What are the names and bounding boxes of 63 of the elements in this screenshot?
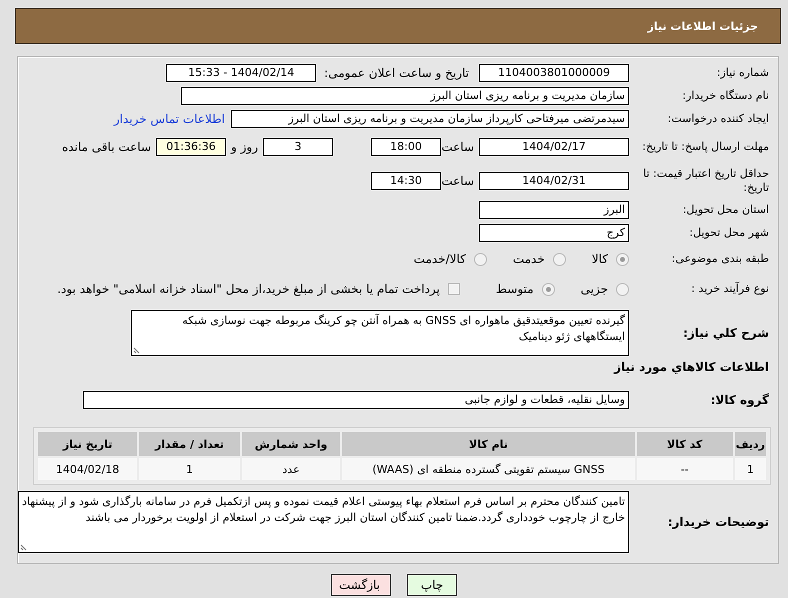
text-field[interactable]: 18:00: [371, 138, 441, 156]
field-label: نام دستگاه خریدار:: [681, 88, 770, 102]
table-cell: 1: [139, 458, 240, 480]
field-label: طبقه بندی موضوعی:: [670, 252, 770, 266]
text-field[interactable]: 3: [263, 138, 333, 156]
column-header: نام کالا: [342, 432, 635, 456]
contact-link[interactable]: اطلاعات تماس خریدار: [114, 112, 225, 126]
text-field[interactable]: 14:30: [371, 172, 441, 190]
option-label: متوسط: [496, 282, 534, 296]
field-label: استان محل تحویل:: [682, 202, 770, 216]
table-cell: 1404/02/18: [38, 458, 138, 480]
option-label: کالا: [592, 252, 608, 266]
section-heading: اطلاعات کالاهاي مورد نياز: [612, 360, 770, 374]
countdown-field[interactable]: 01:36:36: [156, 138, 226, 156]
column-header: ردیف: [734, 432, 766, 456]
page-title: جزئیات اطلاعات نیاز: [648, 20, 758, 32]
column-header: واحد شمارش: [242, 432, 340, 456]
radio-button[interactable]: [552, 252, 566, 266]
field-label: ایجاد کننده درخواست:: [666, 112, 770, 126]
field-label: شرح کلي نیاز:: [682, 326, 770, 340]
description-text: گیرنده تعیین موقعیتدقیق ماهواره ای GNSS به همراه آنتن چو کرینگ مربوطه جهت نوسازی شبکه ایستگاههای ژئو دینامیک: [182, 314, 625, 343]
checkbox[interactable]: [448, 283, 460, 295]
text-field[interactable]: سازمان مدیریت و برنامه ریزی استان البرز: [181, 86, 629, 104]
notes-field[interactable]: [18, 491, 629, 553]
field-label: روز و: [231, 140, 258, 154]
resize-grip-icon[interactable]: [133, 346, 141, 354]
option-label: کالا/خدمت: [414, 252, 466, 266]
text-field[interactable]: 1104003801000009: [479, 64, 629, 82]
text-field[interactable]: 1404/02/14 - 15:33: [166, 64, 316, 82]
print-button[interactable]: چاپ: [407, 574, 457, 596]
text-field[interactable]: 1404/02/31: [479, 172, 629, 190]
option-label: خدمت: [512, 252, 545, 266]
field-label: شهر محل تحویل:: [688, 226, 770, 240]
field-label: شماره نیاز:: [716, 66, 770, 80]
field-label: تاریخ و ساعت اعلان عمومی:: [324, 66, 469, 80]
table-cell: --: [636, 458, 733, 480]
field-label: مهلت ارسال پاسخ: تا تاریخ:: [641, 140, 770, 154]
column-header: کد کالا: [636, 432, 733, 456]
text-field[interactable]: وسایل نقلیه، قطعات و لوازم جانبی: [83, 390, 629, 408]
back-button[interactable]: بازگشت: [331, 574, 391, 596]
option-label: جزیی: [580, 282, 608, 296]
resize-grip-icon[interactable]: [20, 543, 28, 551]
table-cell: 1: [734, 458, 766, 480]
radio-button[interactable]: [616, 252, 629, 266]
radio-button[interactable]: [616, 282, 629, 296]
description-field[interactable]: گیرنده تعیین موقعیتدقیق ماهواره ای GNSS به همراه آنتن چو کرینگ مربوطه جهت نوسازی شبکه ایستگاههای ژئو دینامیک: [131, 310, 629, 356]
table-cell: GNSS سیستم تقویتی گسترده منطقه ای (WAAS): [342, 458, 635, 480]
column-header: تعداد / مقدار: [139, 432, 240, 456]
table-cell: عدد: [242, 458, 340, 480]
field-label: توضیحات خریدار:: [666, 515, 770, 529]
radio-button[interactable]: [474, 252, 487, 266]
text-field[interactable]: سیدمرتضی میرفتاحی کارپرداز سازمان مدیریت و برنامه ریزی استان البرز: [231, 110, 629, 128]
text-field[interactable]: 1404/02/17: [479, 138, 629, 156]
radio-button[interactable]: [542, 282, 555, 296]
text-field[interactable]: البرز: [479, 200, 629, 218]
checkbox-label: پرداخت تمام یا بخشی از مبلغ خرید،از محل "اسناد خزانه اسلامی" خواهد بود.: [57, 282, 440, 296]
field-label: ساعت باقی مانده: [62, 140, 151, 154]
text-field[interactable]: کرج: [479, 224, 629, 242]
field-label: حداقل تاریخ اعتبار قیمت: تا تاریخ:: [642, 167, 770, 195]
column-header: تاریخ نیاز: [38, 432, 138, 456]
field-label: گروه کالا:: [710, 392, 770, 406]
notes-text: تامین کنندگان محترم بر اساس فرم استعلام بهاء پیوستی اعلام قیمت نموده و پس ازتکمیل فرم در سامانه بارگذاری شود و از پیشنهاد خارج از چارچوب خودداری گردد.ضمنا تامین کنندگان استان البرز جهت شرکت در استعلام از اولویت برخوردار می باشند: [22, 495, 625, 524]
field-label: نوع فرآیند خرید :: [690, 282, 770, 296]
